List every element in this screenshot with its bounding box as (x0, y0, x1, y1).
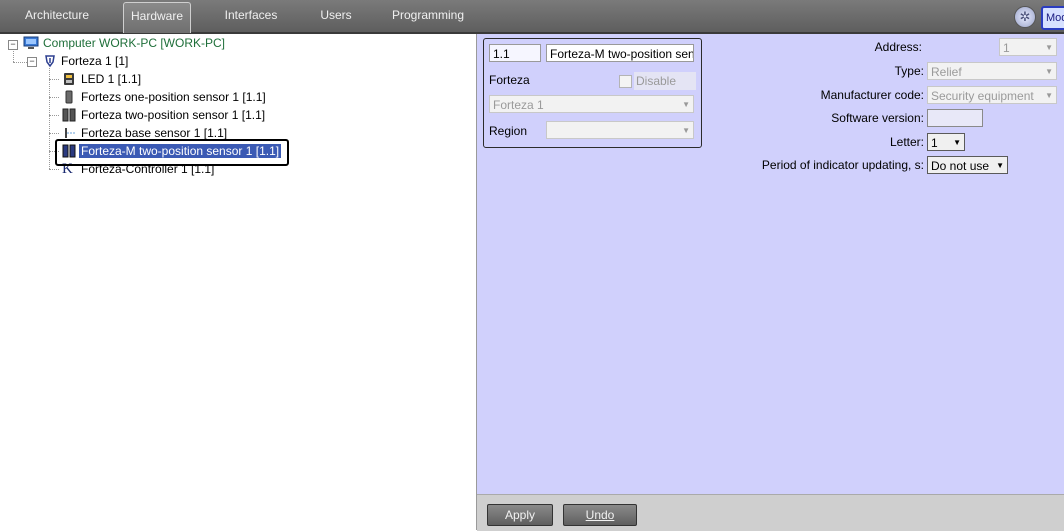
one-position-sensor-icon (65, 90, 73, 104)
type-select[interactable]: Relief ▼ (927, 62, 1057, 80)
tree-node-two-position-sensor[interactable]: Forteza two-position sensor 1 [1.1] (81, 107, 265, 124)
address-value: 1 (1003, 41, 1010, 55)
chevron-down-icon: ▼ (1045, 67, 1053, 76)
letter-label: Letter: (889, 135, 924, 149)
bottom-action-bar: Apply Undo (477, 494, 1064, 531)
tree-node-computer[interactable]: Computer WORK-PC [WORK-PC] (43, 35, 225, 52)
disable-label: Disable (634, 72, 696, 90)
chevron-down-icon: ▼ (682, 126, 690, 135)
tab-interfaces[interactable]: Interfaces (216, 0, 286, 32)
letter-select[interactable]: 1 ▼ (927, 133, 965, 151)
collapse-computer-toggle[interactable]: − (8, 40, 18, 50)
tree-node-one-position-sensor[interactable]: Fortezs one-position sensor 1 [1.1] (81, 89, 266, 106)
manufacturer-code-value: Security equipment (931, 89, 1034, 103)
chevron-down-icon: ▼ (682, 100, 690, 109)
parent-select-value: Forteza 1 (493, 98, 544, 112)
selection-highlight-frame (55, 139, 289, 166)
chevron-down-icon: ▼ (996, 161, 1004, 170)
address-label: Address: (874, 40, 922, 54)
manufacturer-code-select[interactable]: Security equipment ▼ (927, 86, 1057, 104)
region-label: Region (489, 124, 528, 138)
top-tab-bar: Architecture Hardware Interfaces Users P… (0, 0, 1064, 34)
base-sensor-icon (65, 128, 75, 138)
gear-icon[interactable]: ✲ (1014, 6, 1036, 28)
period-value: Do not use (931, 159, 990, 173)
tab-hardware[interactable]: Hardware (123, 2, 191, 33)
apply-button[interactable]: Apply (487, 504, 553, 526)
address-select[interactable]: 1 ▼ (999, 38, 1057, 56)
forteza-icon (45, 55, 55, 68)
period-select[interactable]: Do not use ▼ (927, 156, 1008, 174)
letter-value: 1 (931, 136, 938, 150)
tree-node-forteza[interactable]: Forteza 1 [1] (61, 53, 128, 70)
parent-select[interactable]: Forteza 1 ▼ (489, 95, 694, 113)
led-icon (64, 73, 74, 85)
chevron-down-icon: ▼ (1045, 43, 1053, 52)
tree-node-led[interactable]: LED 1 [1.1] (81, 71, 141, 88)
two-position-sensor-icon (62, 108, 76, 122)
tab-programming[interactable]: Programming (388, 0, 468, 32)
object-box: 1.1 Forteza-M two-position sensor Fortez… (483, 38, 702, 148)
hardware-tree: − Computer WORK-PC [WORK-PC] − Forteza 1… (0, 34, 477, 530)
object-id-field[interactable]: 1.1 (489, 44, 541, 62)
period-label: Period of indicator updating, s: (761, 158, 924, 172)
tab-users[interactable]: Users (312, 0, 360, 32)
software-version-field[interactable] (927, 109, 983, 127)
manufacturer-code-label: Manufacturer code: (820, 88, 924, 102)
object-name-field[interactable]: Forteza-M two-position sensor (546, 44, 694, 62)
chevron-down-icon: ▼ (953, 138, 961, 147)
software-version-label: Software version: (831, 111, 924, 125)
parent-label: Forteza (489, 73, 530, 87)
collapse-forteza-toggle[interactable]: − (27, 57, 37, 67)
tab-architecture[interactable]: Architecture (14, 0, 100, 32)
region-select[interactable]: ▼ (546, 121, 694, 139)
type-label: Type: (894, 64, 924, 78)
chevron-down-icon: ▼ (1045, 91, 1053, 100)
mode-button[interactable]: Mod (1041, 6, 1064, 30)
undo-button[interactable]: Undo (563, 504, 637, 526)
disable-checkbox[interactable] (619, 75, 632, 88)
type-value: Relief (931, 65, 962, 79)
computer-icon (23, 36, 39, 49)
